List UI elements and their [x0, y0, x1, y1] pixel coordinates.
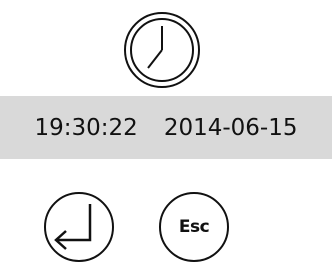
- enter-button[interactable]: [42, 190, 116, 264]
- date-display: 2014-06-15: [163, 114, 298, 141]
- esc-button[interactable]: Esc: [157, 190, 231, 264]
- datetime-bar: 19:30:22 2014-06-15: [0, 96, 332, 159]
- time-display: 19:30:22: [34, 114, 138, 141]
- esc-label: Esc: [178, 217, 210, 237]
- enter-return-icon: [42, 190, 116, 264]
- clock-icon: [122, 10, 202, 90]
